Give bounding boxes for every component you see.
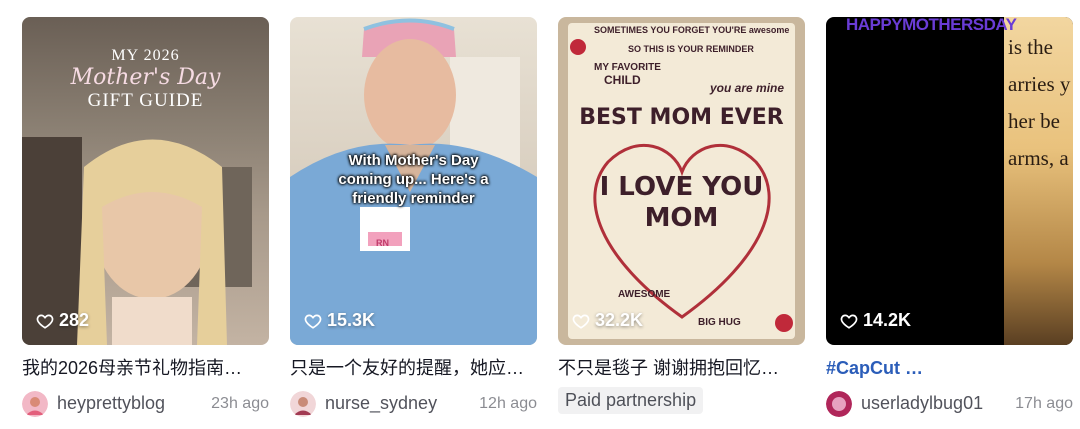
video-caption-overlay: With Mother's Day coming up... Here's a … [338, 152, 489, 207]
video-card[interactable]: MY 2026 Mother's Day GIFT GUIDE 282 我的20… [22, 17, 269, 417]
video-card[interactable]: SOMETIMES YOU FORGET YOU'RE awesome SO T… [558, 17, 805, 414]
like-count-text: 14.2K [863, 310, 912, 330]
blanket-text: SO THIS IS YOUR REMINDER [628, 44, 754, 54]
video-title[interactable]: 不只是毯子 谢谢拥抱回忆… [558, 357, 805, 379]
blanket-text: BIG HUG [698, 317, 741, 328]
blanket-text: CHILD [604, 73, 641, 87]
video-thumbnail[interactable]: SOMETIMES YOU FORGET YOU'RE awesome SO T… [558, 17, 805, 345]
video-card[interactable]: With Mother's Day coming up... Here's a … [290, 17, 537, 417]
like-count: 14.2K [840, 310, 911, 331]
video-thumbnail[interactable]: With Mother's Day coming up... Here's a … [290, 17, 537, 345]
heart-icon [840, 314, 858, 329]
overlay-line: GIFT GUIDE [87, 90, 204, 111]
video-thumbnail[interactable]: HAPPYMOTHERSDAY is the arries y her be a… [826, 17, 1073, 345]
blanket-text: SOMETIMES YOU FORGET YOU'RE awesome [594, 25, 790, 35]
like-count-text: 15.3K [327, 310, 376, 330]
avatar[interactable] [290, 390, 316, 417]
avatar[interactable] [826, 390, 852, 417]
blanket-headline: BEST MOM EVER [579, 105, 784, 130]
poem-overlay: is the arries y her be arms, a [1008, 29, 1070, 177]
timestamp: 17h ago [1015, 394, 1073, 412]
blanket-headline: I LOVE YOU [599, 172, 764, 202]
like-count: 282 [36, 310, 89, 331]
video-title[interactable]: 只是一个友好的提醒，她应… [290, 357, 537, 379]
paid-partnership-badge: Paid partnership [558, 387, 704, 414]
blanket-text: MY FAVORITE [594, 62, 661, 73]
blanket-text: you are mine [710, 81, 785, 95]
username[interactable]: userladylbug01 [861, 393, 983, 414]
poem-line: arms, a [1008, 146, 1069, 170]
poem-line: is the [1008, 35, 1053, 59]
video-meta: userladylbug01 17h ago [826, 390, 1073, 417]
heart-icon [36, 314, 54, 329]
video-title[interactable]: 我的2026母亲节礼物指南… [22, 357, 269, 379]
heart-icon [572, 314, 590, 329]
overlay-line: MY 2026 [111, 47, 180, 64]
avatar[interactable] [22, 390, 48, 417]
gift-guide-overlay: MY 2026 Mother's Day GIFT GUIDE [22, 47, 269, 112]
video-card[interactable]: HAPPYMOTHERSDAY is the arries y her be a… [826, 17, 1073, 417]
blanket-text: AWESOME [618, 289, 671, 300]
timestamp: 12h ago [479, 394, 537, 412]
timestamp: 23h ago [211, 394, 269, 412]
video-meta: nurse_sydney 12h ago [290, 390, 537, 417]
like-count: 15.3K [304, 310, 375, 331]
username[interactable]: heyprettyblog [57, 393, 165, 414]
video-thumbnail[interactable]: MY 2026 Mother's Day GIFT GUIDE 282 [22, 17, 269, 345]
overlay-line: Mother's Day [70, 65, 221, 90]
blanket-headline: MOM [644, 203, 719, 233]
like-count-text: 32.2K [595, 310, 644, 330]
name-badge-text: RN [376, 238, 389, 248]
banner-text: HAPPYMOTHERSDAY [846, 17, 1017, 34]
video-title[interactable]: #CapCut … [826, 357, 1073, 379]
heart-icon [304, 314, 322, 329]
username[interactable]: nurse_sydney [325, 393, 437, 414]
video-meta: heyprettyblog 23h ago [22, 390, 269, 417]
poem-line: her be [1008, 109, 1060, 133]
poem-line: arries y [1008, 72, 1071, 96]
like-count: 32.2K [572, 310, 643, 331]
like-count-text: 282 [59, 310, 90, 330]
